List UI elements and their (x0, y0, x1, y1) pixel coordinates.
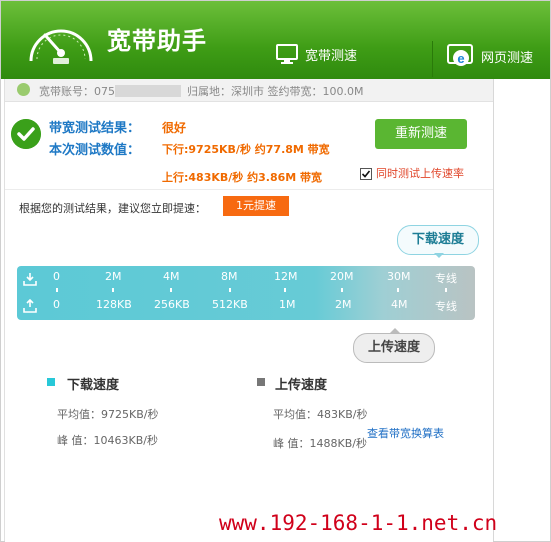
download-tick: 专线 (435, 272, 457, 285)
test-value-label: 本次测试数值： (49, 143, 141, 158)
speedometer-icon (29, 29, 93, 64)
redacted-block (115, 85, 181, 97)
side-area (494, 79, 550, 541)
upload-icon (23, 299, 37, 313)
watermark: www.192-168-1-1.net.cn (219, 511, 498, 535)
scale-dot (112, 288, 114, 292)
download-legend-swatch (47, 378, 55, 386)
account-info-bar: 宽带账号：075 归属地：深圳市 签约带宽：100.0M (5, 79, 493, 102)
account-number: 宽带账号：075 (39, 85, 115, 98)
download-scale-row: 0 2M 4M 8M 12M 20M 30M 专线 (17, 270, 475, 290)
upload-average: 平均值：483KB/秒 (273, 408, 368, 421)
download-tick: 30M (387, 270, 411, 283)
nav-divider (432, 41, 433, 77)
download-tick: 0 (53, 270, 60, 283)
download-average: 平均值：9725KB/秒 (57, 408, 159, 421)
user-icon (17, 83, 30, 96)
upload-tick: 2M (335, 298, 352, 311)
tab-broadband-speedtest[interactable]: 宽带测速 (275, 43, 357, 65)
retest-button[interactable]: 重新测速 (375, 119, 467, 149)
main-content: 宽带账号：075 归属地：深圳市 签约带宽：100.0M 带宽测试结果： 很好 本… (4, 79, 494, 542)
tab-webpage-speedtest-label: 网页测速 (481, 50, 534, 66)
upload-scale-row: 0 128KB 256KB 512KB 1M 2M 4M 专线 (17, 298, 475, 318)
upload-tick: 0 (53, 298, 60, 311)
scale-dot (56, 288, 58, 292)
upload-tick: 128KB (96, 298, 132, 311)
upload-tick: 256KB (154, 298, 190, 311)
account-info: 宽带账号：075 归属地：深圳市 签约带宽：100.0M (39, 83, 363, 99)
scale-dot (341, 288, 343, 292)
download-tick: 2M (105, 270, 122, 283)
scale-dot (170, 288, 172, 292)
upload-tick: 4M (391, 298, 408, 311)
download-peak: 峰 值：10463KB/秒 (57, 434, 158, 447)
account-details: 归属地：深圳市 签约带宽：100.0M (187, 85, 364, 98)
speed-panel: 根据您的测试结果，建议您立即提速： 1元提速 下载速度 0 2M 4M 8M 1… (5, 189, 493, 542)
monitor-icon (276, 44, 298, 64)
download-tick: 20M (330, 270, 354, 283)
upload-tick: 专线 (435, 300, 457, 313)
download-result: 下行:9725KB/秒 约77.8M 带宽 (162, 143, 330, 156)
scale-dot (229, 288, 231, 292)
tab-webpage-speedtest[interactable]: e 网页测速 (447, 43, 533, 69)
upload-result: 上行:483KB/秒 约3.86M 带宽 (162, 171, 323, 184)
test-result-value: 很好 (162, 121, 187, 135)
bandwidth-conversion-link[interactable]: 查看带宽换算表 (367, 425, 444, 441)
speed-scale: 0 2M 4M 8M 12M 20M 30M 专线 0 128KB 256KB … (17, 266, 475, 320)
app-title: 宽带助手 (107, 27, 207, 55)
upload-tick: 512KB (212, 298, 248, 311)
upload-legend-swatch (257, 378, 265, 386)
suggestion-text: 根据您的测试结果，建议您立即提速： (19, 202, 206, 215)
download-tick: 8M (221, 270, 238, 283)
scale-dot (445, 288, 447, 292)
download-speed-tip: 下载速度 (397, 225, 479, 258)
upload-speed-tip: 上传速度 (353, 328, 435, 363)
upload-peak: 峰 值：1488KB/秒 (273, 437, 367, 450)
upload-test-label: 同时测试上传速率 (376, 167, 464, 180)
scale-dot (397, 288, 399, 292)
speedup-button[interactable]: 1元提速 (223, 196, 289, 216)
app-window: 宽带助手 宽带测速 e 网页测速 宽带账号：075 归属地：深圳市 签约带宽：10… (0, 0, 551, 542)
header-bar: 宽带助手 宽带测速 e 网页测速 (1, 1, 550, 79)
download-tick: 12M (274, 270, 298, 283)
svg-text:e: e (457, 51, 464, 66)
browser-e-icon: e (447, 44, 473, 66)
download-stats-title: 下载速度 (67, 378, 120, 393)
upload-tick: 1M (279, 298, 296, 311)
tab-broadband-speedtest-label: 宽带测速 (305, 48, 358, 64)
success-check-icon (11, 119, 41, 149)
upload-test-checkbox[interactable] (360, 168, 372, 180)
upload-stats-title: 上传速度 (275, 378, 328, 393)
scale-dot (284, 288, 286, 292)
test-result-label: 带宽测试结果： (49, 121, 141, 136)
download-icon (23, 273, 37, 286)
download-tick: 4M (163, 270, 180, 283)
checkmark-icon (361, 170, 371, 178)
